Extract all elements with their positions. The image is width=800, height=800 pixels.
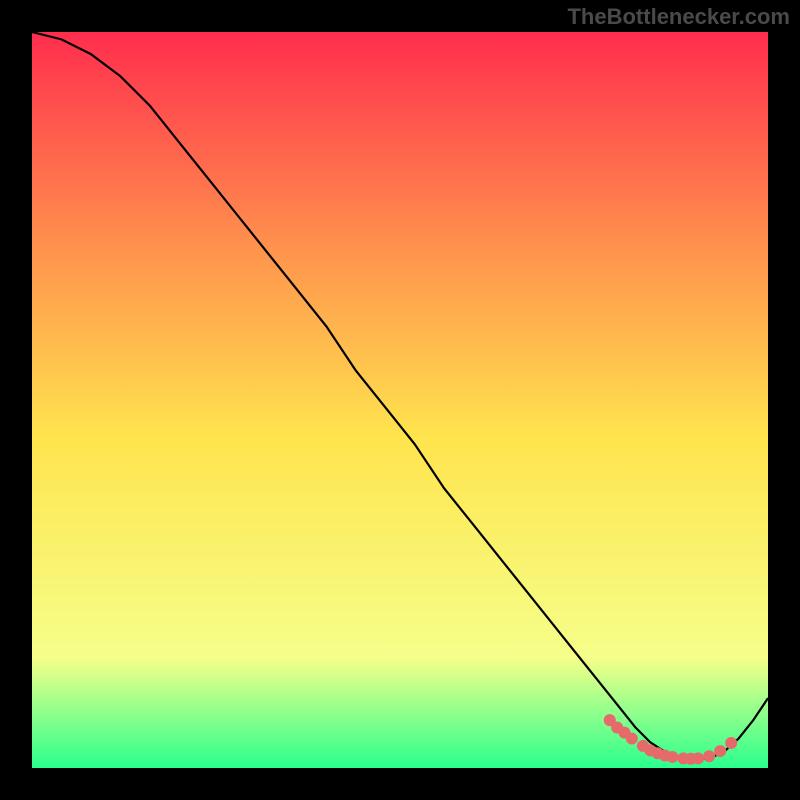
- watermark-text: TheBottlenecker.com: [567, 4, 790, 30]
- chart-marker: [703, 750, 715, 762]
- chart-marker: [692, 752, 704, 764]
- chart-svg: [32, 32, 768, 768]
- chart-background: [32, 32, 768, 768]
- chart-marker: [714, 745, 726, 757]
- chart-marker: [666, 751, 678, 763]
- chart-marker: [725, 737, 737, 749]
- chart-marker: [626, 733, 638, 745]
- chart-plot-area: [32, 32, 768, 768]
